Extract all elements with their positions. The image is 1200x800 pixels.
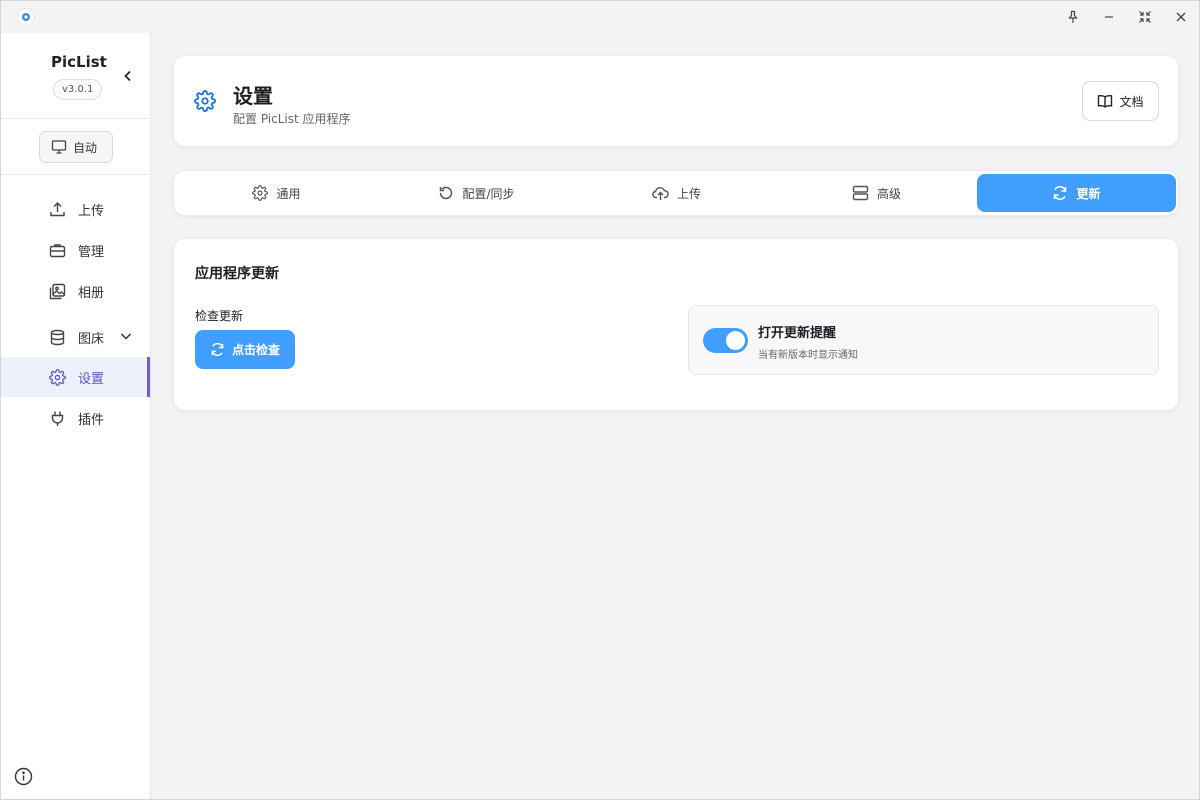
tab-update[interactable]: 更新 [977, 174, 1176, 212]
sidebar-item-plugins[interactable]: 插件 [1, 398, 150, 438]
toggle-knob [726, 331, 745, 350]
brand-area: PicList v3.0.1 [1, 33, 150, 119]
sidebar-item-manage[interactable]: 管理 [1, 230, 150, 270]
minimize-icon [1105, 16, 1113, 18]
tab-advanced[interactable]: 高级 [777, 174, 976, 212]
chevron-down-icon[interactable] [119, 329, 133, 347]
tab-label: 高级 [876, 186, 901, 201]
check-update-button-label: 点击检查 [231, 343, 280, 357]
close-button[interactable] [1163, 1, 1199, 33]
update-settings-card: 应用程序更新 检查更新 点击检查 打开更新提醒 当有新版本时显示通知 [173, 238, 1179, 411]
sidebar-item-picbed[interactable]: 图床 [1, 317, 150, 357]
close-icon [1176, 12, 1186, 22]
page-title: 设置 [233, 84, 273, 108]
tab-upload[interactable]: 上传 [577, 174, 776, 212]
update-notify-title: 打开更新提醒 [758, 326, 837, 341]
database-icon [48, 328, 66, 346]
sidebar-item-label: 设置 [78, 371, 105, 387]
info-icon [14, 767, 32, 785]
version-badge: v3.0.1 [53, 79, 103, 100]
pin-icon [1068, 10, 1078, 23]
collapse-sidebar-button[interactable] [119, 67, 137, 85]
tab-label: 上传 [676, 186, 701, 201]
app-window: PicList v3.0.1 自动 上传 管理 相册 图床 设置 插件 设置 配… [0, 0, 1200, 800]
sidebar-item-label: 管理 [78, 244, 105, 260]
upload-icon [48, 200, 66, 218]
gear-icon [48, 368, 66, 386]
tab-label: 更新 [1076, 186, 1101, 201]
sidebar-item-gallery[interactable]: 相册 [1, 271, 150, 311]
sidebar-item-settings[interactable]: 设置 [1, 357, 150, 397]
sidebar: PicList v3.0.1 自动 上传 管理 相册 图床 设置 插件 [1, 33, 151, 799]
rotate-icon [438, 185, 454, 201]
sidebar-item-label: 图床 [78, 331, 105, 347]
minimize-button[interactable] [1091, 1, 1127, 33]
cloud-upload-icon [652, 185, 669, 201]
settings-tabs: 通用 配置/同步 上传 高级 更新 [173, 170, 1179, 216]
pin-button[interactable] [1055, 1, 1091, 33]
tab-general[interactable]: 通用 [177, 174, 376, 212]
tab-config-sync[interactable]: 配置/同步 [377, 174, 576, 212]
tab-label: 配置/同步 [462, 186, 515, 201]
title-bar [1, 1, 1199, 33]
monitor-icon [51, 140, 67, 154]
briefcase-icon [48, 241, 66, 259]
gear-icon [252, 185, 269, 201]
settings-header-card: 设置 配置 PicList 应用程序 文档 [173, 55, 1179, 147]
tab-label: 通用 [276, 186, 301, 201]
check-update-button[interactable]: 点击检查 [195, 330, 295, 369]
collapse-arrows-icon [1139, 11, 1151, 23]
plug-icon [48, 409, 66, 427]
app-name: PicList [51, 53, 107, 71]
sidebar-item-upload[interactable]: 上传 [1, 189, 150, 229]
sidebar-item-label: 相册 [78, 285, 105, 301]
gallery-icon [48, 282, 66, 300]
info-button[interactable] [13, 766, 33, 786]
docs-label: 文档 [1119, 94, 1144, 109]
gear-icon [194, 90, 216, 116]
update-notify-description: 当有新版本时显示通知 [758, 350, 858, 361]
restore-button[interactable] [1127, 1, 1163, 33]
sidebar-item-label: 上传 [78, 203, 105, 219]
refresh-icon [1052, 185, 1068, 201]
refresh-icon [211, 342, 224, 357]
book-icon [1098, 94, 1113, 108]
theme-area: 自动 [1, 119, 150, 175]
check-update-label: 检查更新 [195, 309, 244, 323]
theme-label: 自动 [73, 140, 98, 155]
app-logo-icon [18, 9, 34, 25]
sidebar-item-label: 插件 [78, 412, 105, 428]
server-icon [852, 185, 869, 201]
update-notify-toggle[interactable] [703, 328, 748, 353]
docs-button[interactable]: 文档 [1082, 81, 1159, 121]
section-title: 应用程序更新 [195, 266, 279, 282]
chevron-left-icon [124, 70, 131, 82]
theme-toggle-button[interactable]: 自动 [39, 131, 113, 163]
update-notify-setting: 打开更新提醒 当有新版本时显示通知 [688, 305, 1159, 375]
page-subtitle: 配置 PicList 应用程序 [233, 112, 351, 126]
